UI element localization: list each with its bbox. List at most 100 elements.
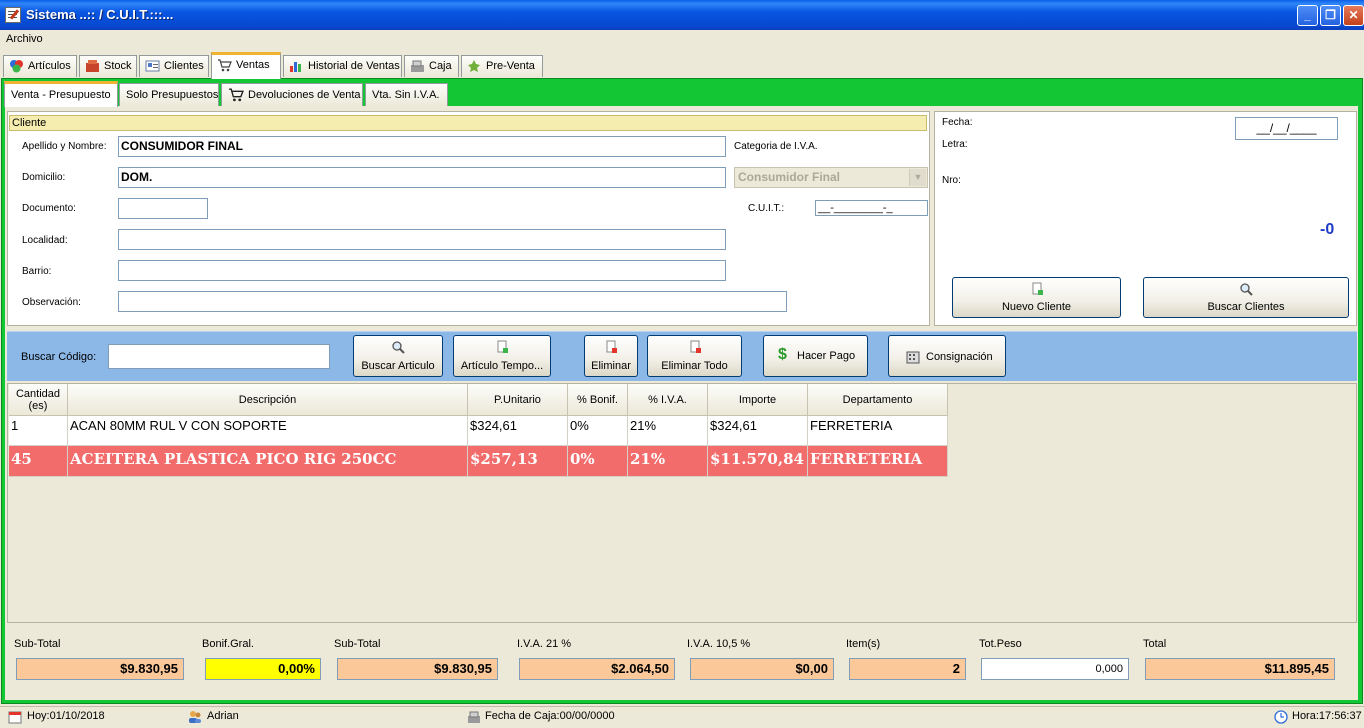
cell-departamento[interactable]: FERRETERIA [808, 416, 948, 446]
buscar-codigo-label: Buscar Código: [21, 351, 97, 363]
stock-icon [86, 60, 99, 72]
new-document-icon [1032, 282, 1043, 295]
domicilio-input[interactable]: DOM. [118, 167, 726, 188]
subtotal1-label: Sub-Total [14, 638, 61, 650]
total-label: Total [1143, 638, 1167, 650]
consignacion-button[interactable]: Consignación [888, 335, 1006, 377]
users-icon [189, 711, 201, 723]
subtotal1-field: $9.830,95 [16, 658, 184, 680]
building-icon [906, 351, 920, 364]
cell-iva[interactable]: 21% [628, 416, 708, 446]
tab-ventas[interactable]: Ventas [211, 52, 281, 79]
subtab-devoluciones[interactable]: Devoluciones de Venta [221, 83, 363, 106]
app-icon [5, 7, 21, 23]
cell-bonif[interactable]: 0% [568, 446, 628, 477]
fecha-input[interactable]: __/__/____ [1235, 117, 1338, 140]
tot-peso-label: Tot.Peso [979, 638, 1022, 650]
status-fecha-caja: Fecha de Caja:00/00/0000 [485, 710, 615, 722]
menu-bar [0, 30, 1364, 49]
documento-input[interactable] [118, 198, 208, 219]
iva21-label: I.V.A. 21 % [517, 638, 572, 650]
barrio-label: Barrio: [22, 266, 52, 277]
subtab-sin-iva[interactable]: Vta. Sin I.V.A. [365, 83, 448, 106]
articulo-temporal-button[interactable]: Artículo Tempo... [453, 335, 551, 377]
dollar-icon: $ [778, 346, 787, 363]
cash-register-icon [468, 711, 480, 723]
cell-importe[interactable]: $11.570,84 [708, 446, 808, 477]
delete-document-icon [690, 340, 701, 353]
cell-descripcion[interactable]: ACEITERA PLASTICA PICO RIG 250CC [68, 446, 468, 477]
chevron-down-icon[interactable]: ▼ [909, 169, 926, 186]
buscar-codigo-input[interactable] [108, 344, 330, 369]
register-icon [411, 60, 424, 72]
col-descripcion[interactable]: Descripción [68, 384, 468, 416]
window-title: Sistema ..:: / C.U.I.T.:::... [26, 7, 174, 22]
subtab-venta-presupuesto[interactable]: Venta - Presupuesto [4, 81, 118, 107]
documento-label: Documento: [22, 203, 76, 214]
iva21-field: $2.064,50 [519, 658, 675, 680]
status-hoy: Hoy:01/10/2018 [27, 710, 105, 722]
categoria-iva-label: Categoria de I.V.A. [734, 141, 818, 152]
title-bar[interactable] [0, 0, 1364, 30]
col-bonif[interactable]: % Bonif. [568, 384, 628, 416]
col-iva[interactable]: % I.V.A. [628, 384, 708, 416]
tab-clientes[interactable]: Clientes [139, 55, 209, 77]
articulos-icon [10, 60, 23, 73]
observacion-input[interactable] [118, 291, 787, 312]
cell-cantidad[interactable]: 45 [9, 446, 68, 477]
menu-archivo[interactable]: Archivo [6, 33, 43, 45]
preventa-icon [468, 60, 480, 72]
localidad-input[interactable] [118, 229, 726, 250]
cart-icon [218, 59, 232, 72]
calendar-icon [8, 711, 22, 724]
apellido-input[interactable]: CONSUMIDOR FINAL [118, 136, 726, 157]
letra-label: Letra: [942, 139, 968, 150]
col-departamento[interactable]: Departamento [808, 384, 948, 416]
iva105-field: $0,00 [690, 658, 834, 680]
cell-bonif[interactable]: 0% [568, 416, 628, 446]
tab-historial[interactable]: Historial de Ventas [283, 55, 402, 77]
nuevo-cliente-button[interactable]: Nuevo Cliente [952, 277, 1121, 318]
buscar-articulo-button[interactable]: Buscar Articulo [353, 335, 443, 377]
minimize-button[interactable]: _ [1297, 5, 1318, 26]
observacion-label: Observación: [22, 297, 81, 308]
fecha-label: Fecha: [942, 117, 973, 128]
cell-importe[interactable]: $324,61 [708, 416, 808, 446]
cell-departamento[interactable]: FERRETERIA [808, 446, 948, 477]
eliminar-todo-button[interactable]: Eliminar Todo [647, 335, 742, 377]
cuit-input[interactable]: __-________-_ [815, 200, 928, 216]
total-field: $11.895,45 [1145, 658, 1335, 680]
cell-descripcion[interactable]: ACAN 80MM RUL V CON SOPORTE [68, 416, 468, 446]
subtab-solo-presupuestos[interactable]: Solo Presupuestos [119, 83, 219, 106]
barrio-input[interactable] [118, 260, 726, 281]
eliminar-button[interactable]: Eliminar [584, 335, 638, 377]
status-user: Adrian [207, 710, 239, 722]
buscar-clientes-button[interactable]: Buscar Clientes [1143, 277, 1349, 318]
tab-preventa[interactable]: Pre-Venta [461, 55, 543, 77]
items-label: Item(s) [846, 638, 881, 650]
cell-unitario[interactable]: $324,61 [468, 416, 568, 446]
tab-articulos[interactable]: Artículos [3, 55, 77, 77]
close-button[interactable]: ✕ [1343, 5, 1364, 26]
iva105-label: I.V.A. 10,5 % [687, 638, 751, 650]
search-icon [392, 341, 405, 354]
apellido-label: Apellido y Nombre: [22, 141, 107, 152]
cell-cantidad[interactable]: 1 [9, 416, 68, 446]
status-hora: Hora:17:56:37 [1292, 710, 1362, 722]
cell-unitario[interactable]: $257,13 [468, 446, 568, 477]
col-unitario[interactable]: P.Unitario [468, 384, 568, 416]
maximize-button[interactable]: ❐ [1320, 5, 1341, 26]
cell-iva[interactable]: 21% [628, 446, 708, 477]
domicilio-label: Domicilio: [22, 172, 66, 183]
tab-stock[interactable]: Stock [79, 55, 137, 77]
tab-caja[interactable]: Caja [404, 55, 459, 77]
bonif-gral-input[interactable]: 0,00% [205, 658, 321, 680]
col-importe[interactable]: Importe [708, 384, 808, 416]
status-bar [0, 706, 1364, 728]
col-cantidad[interactable]: Cantidad (es) [9, 384, 68, 416]
subtotal2-field: $9.830,95 [337, 658, 498, 680]
categoria-iva-select[interactable]: Consumidor Final ▼ [734, 167, 928, 188]
cliente-header: Cliente [9, 115, 927, 131]
nro-label: Nro: [942, 175, 961, 186]
hacer-pago-button[interactable]: $ Hacer Pago [763, 335, 868, 377]
